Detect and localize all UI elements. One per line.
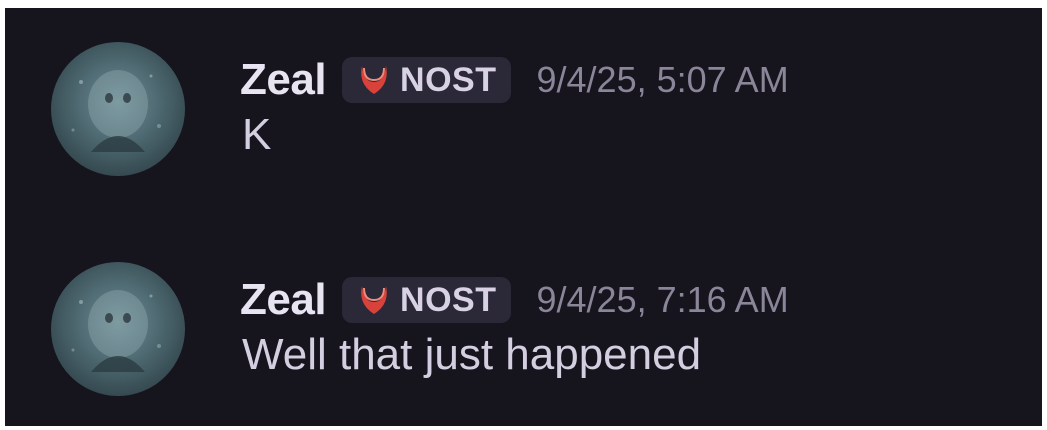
red-crescent-icon: [361, 66, 387, 94]
timestamp: 9/4/25, 7:16 AM: [536, 279, 789, 320]
avatar[interactable]: [51, 262, 185, 396]
message-header: Zeal NOST 9/4/25, 5:07 AM: [240, 52, 789, 108]
server-tag[interactable]: NOST: [342, 57, 511, 103]
red-crescent-icon: [361, 286, 387, 314]
tag-label: NOST: [400, 60, 497, 99]
server-tag[interactable]: NOST: [342, 277, 511, 323]
chat-message[interactable]: Zeal NOST 9/4/25, 5:07 AM K: [5, 42, 1042, 192]
avatar[interactable]: [51, 42, 185, 176]
username[interactable]: Zeal: [240, 275, 327, 325]
chat-message[interactable]: Zeal NOST 9/4/25, 7:16 AM Well that just…: [5, 262, 1042, 412]
tag-label: NOST: [400, 280, 497, 319]
username[interactable]: Zeal: [240, 55, 327, 105]
timestamp: 9/4/25, 5:07 AM: [536, 59, 789, 100]
message-text: K: [242, 110, 272, 159]
message-text: Well that just happened: [242, 330, 702, 379]
message-header: Zeal NOST 9/4/25, 7:16 AM: [240, 272, 789, 328]
chat-view: Zeal NOST 9/4/25, 5:07 AM K Zeal NOST 9/…: [5, 8, 1042, 426]
